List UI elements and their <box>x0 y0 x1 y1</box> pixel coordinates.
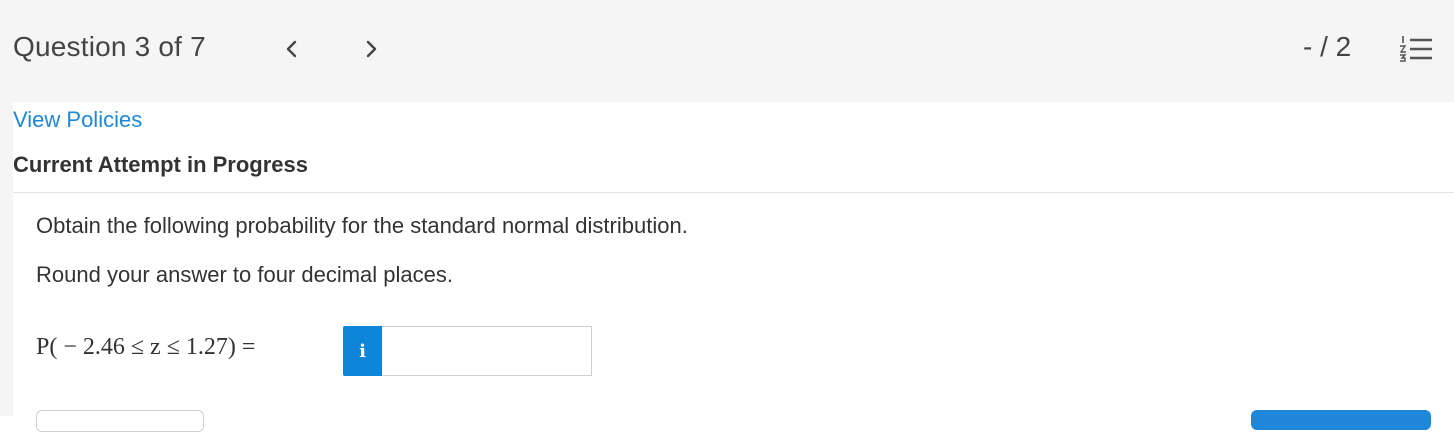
view-policies-link[interactable]: View Policies <box>13 107 142 133</box>
submit-answer-button[interactable] <box>1251 410 1431 430</box>
next-question-button[interactable] <box>356 34 386 64</box>
attempt-status-heading: Current Attempt in Progress <box>13 152 309 177</box>
probability-equation: P( − 2.46 ≤ z ≤ 1.27) = <box>36 334 256 360</box>
question-score: - / 2 <box>1303 31 1352 62</box>
question-counter: Question 3 of 7 <box>13 31 206 62</box>
question-header: Question 3 of 7 - / 2 <box>0 0 1454 102</box>
chevron-right-icon <box>366 40 377 58</box>
numbered-list-icon <box>1399 36 1432 62</box>
left-gutter <box>0 102 13 416</box>
question-prompt: Obtain the following probability for the… <box>36 213 688 238</box>
chevron-left-icon <box>286 40 297 58</box>
previous-question-button[interactable] <box>277 34 307 64</box>
answer-input[interactable] <box>382 326 592 376</box>
secondary-action-button[interactable] <box>36 410 204 432</box>
question-instruction: Round your answer to four decimal places… <box>36 262 453 287</box>
question-list-button[interactable] <box>1398 33 1434 65</box>
info-icon-button[interactable]: i <box>343 326 382 376</box>
